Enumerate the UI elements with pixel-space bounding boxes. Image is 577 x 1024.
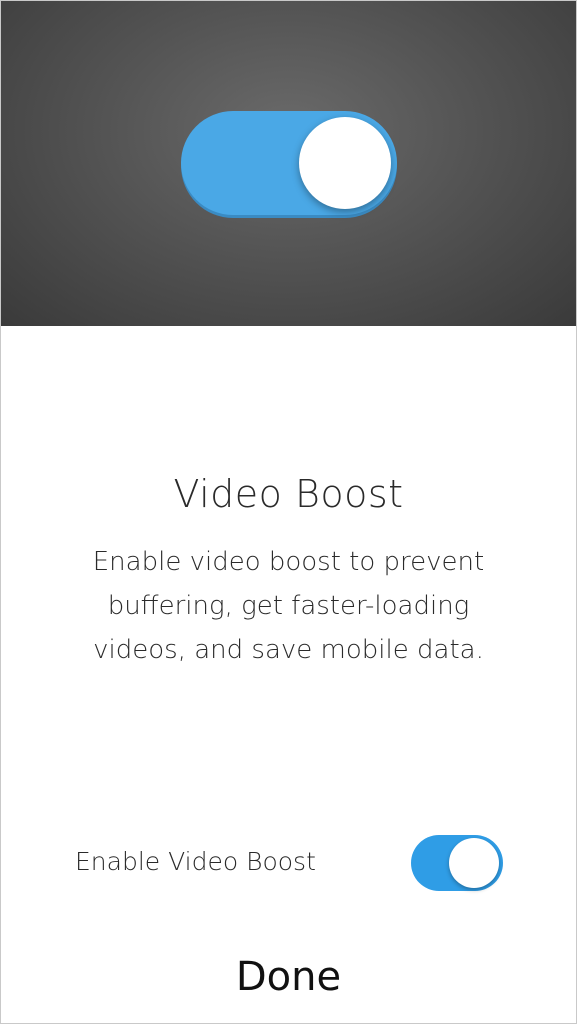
video-boost-screen: Video Boost Enable video boost to preven… [0,0,577,1024]
feature-description: Enable video boost to prevent buffering,… [92,547,485,665]
hero-toggle-knob [299,117,391,209]
switch-knob [449,838,499,888]
content-panel: Video Boost Enable video boost to preven… [1,326,576,1023]
enable-video-boost-switch[interactable] [411,835,503,891]
hero-banner [1,1,576,326]
page-title: Video Boost [173,472,404,516]
enable-video-boost-label: Enable Video Boost [75,847,316,876]
enable-video-boost-row: Enable Video Boost [1,831,576,895]
done-button[interactable]: Done [1,953,576,1001]
